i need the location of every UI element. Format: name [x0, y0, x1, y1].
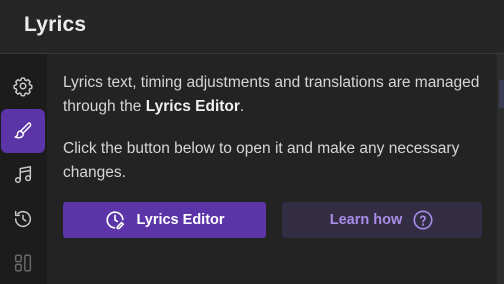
panel-header: Lyrics	[0, 0, 504, 54]
page-title: Lyrics	[24, 13, 87, 36]
content-panel: Lyrics text, timing adjustments and tran…	[47, 54, 497, 284]
question-circle-icon	[413, 210, 433, 230]
sidebar-item-layout[interactable]	[1, 241, 45, 284]
sidebar	[0, 54, 47, 284]
description-paragraph: Lyrics text, timing adjustments and tran…	[63, 71, 493, 119]
gear-icon	[13, 77, 33, 97]
sidebar-item-lyrics[interactable]	[1, 109, 45, 153]
lyrics-editor-emphasis: Lyrics Editor	[145, 98, 240, 115]
adjacent-panel-accent	[499, 80, 504, 108]
clock-edit-icon	[106, 211, 125, 230]
sidebar-item-music[interactable]	[1, 153, 45, 197]
learn-how-button[interactable]: Learn how	[282, 202, 482, 238]
music-note-icon	[14, 166, 32, 184]
lyrics-editor-button[interactable]: Lyrics Editor	[63, 202, 266, 238]
sidebar-item-history[interactable]	[1, 197, 45, 241]
learn-how-button-label: Learn how	[329, 212, 403, 228]
sidebar-item-settings[interactable]	[1, 64, 45, 108]
lyrics-panel: Lyrics Lyrics text, timing adjustments a…	[0, 0, 504, 284]
description-period: .	[239, 98, 245, 115]
grid-icon	[14, 254, 32, 272]
history-icon	[14, 210, 32, 228]
lyrics-editor-button-label: Lyrics Editor	[136, 212, 225, 228]
instruction-paragraph: Click the button below to open it and ma…	[63, 140, 460, 181]
description-text: Lyrics text, timing adjustments and tran…	[63, 74, 480, 115]
brush-icon	[14, 122, 32, 139]
